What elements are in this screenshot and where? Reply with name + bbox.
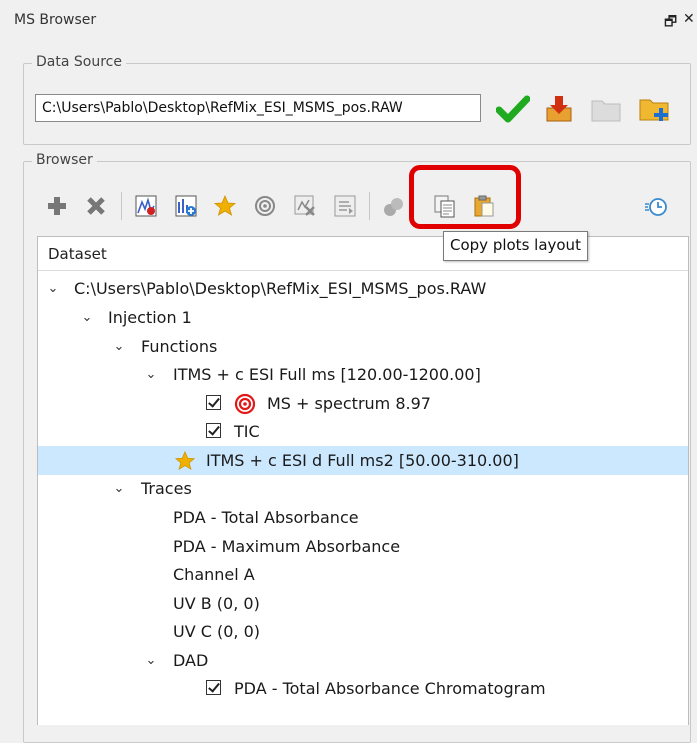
timer-icon[interactable] — [643, 193, 669, 219]
tree-row-function-full-ms[interactable]: ⌄ ITMS + c ESI Full ms [120.00-1200.00] — [38, 360, 688, 389]
plot-spectrum-icon[interactable] — [133, 193, 159, 219]
folder-icon[interactable] — [589, 93, 623, 125]
toolbar-separator — [121, 192, 122, 220]
dataset-tree[interactable]: Dataset ⌄ C:\Users\Pablo\Desktop\RefMix_… — [37, 236, 689, 725]
tree-row-tic[interactable]: TIC — [38, 417, 688, 446]
copy-layout-highlight — [409, 165, 521, 229]
tree-row-trace[interactable]: UV C (0, 0) — [38, 617, 688, 646]
group-icon[interactable] — [381, 193, 407, 219]
tree-header-label: Dataset — [48, 245, 107, 263]
star-icon[interactable] — [212, 193, 238, 219]
target-icon[interactable] — [252, 193, 278, 219]
chevron-down-icon[interactable]: ⌄ — [46, 274, 60, 303]
chevron-down-icon[interactable]: ⌄ — [144, 360, 158, 389]
tree-row-function-ms2[interactable]: ITMS + c ESI d Full ms2 [50.00-310.00] — [38, 446, 688, 475]
tree-row-file[interactable]: ⌄ C:\Users\Pablo\Desktop\RefMix_ESI_MSMS… — [38, 274, 688, 303]
arrange-icon[interactable] — [332, 193, 358, 219]
tree-row-trace[interactable]: PDA - Maximum Absorbance — [38, 532, 688, 561]
import-icon[interactable] — [543, 93, 575, 125]
tree-row-ms-spectrum[interactable]: MS + spectrum 8.97 — [38, 389, 688, 418]
tree-row-label: TIC — [234, 422, 260, 441]
tree-row-label: UV B (0, 0) — [173, 594, 260, 613]
tree-row-traces[interactable]: ⌄ Traces — [38, 474, 688, 503]
copy-layout-tooltip: Copy plots layout — [443, 231, 588, 261]
tree-header[interactable]: Dataset — [38, 237, 688, 271]
tree-row-label: ITMS + c ESI Full ms [120.00-1200.00] — [173, 365, 481, 384]
tree-row-trace[interactable]: PDA - Total Absorbance — [38, 503, 688, 532]
star-icon — [174, 450, 196, 471]
tree-row-pda-chromatogram[interactable]: PDA - Total Absorbance Chromatogram — [38, 674, 688, 703]
browser-label: Browser — [32, 152, 97, 168]
tree-row-label: DAD — [173, 651, 209, 670]
remove-plot-icon[interactable] — [292, 193, 318, 219]
data-source-label: Data Source — [32, 54, 126, 70]
remove-icon[interactable] — [83, 193, 109, 219]
close-icon[interactable]: ✕ — [683, 11, 695, 27]
tree-row-functions[interactable]: ⌄ Functions — [38, 332, 688, 361]
tree-row-label: PDA - Total Absorbance — [173, 508, 359, 527]
window-title: MS Browser — [14, 12, 97, 28]
target-icon — [234, 393, 256, 415]
data-source-path-input[interactable] — [35, 94, 481, 122]
add-icon[interactable] — [44, 193, 70, 219]
add-plot-icon[interactable] — [173, 193, 199, 219]
tree-row-label: UV C (0, 0) — [173, 622, 261, 641]
checkbox[interactable] — [206, 395, 221, 410]
tree-row-label: MS + spectrum 8.97 — [267, 394, 431, 413]
tree-row-label: ITMS + c ESI d Full ms2 [50.00-310.00] — [206, 451, 519, 470]
chevron-down-icon[interactable]: ⌄ — [112, 332, 126, 361]
chevron-down-icon[interactable]: ⌄ — [80, 303, 94, 332]
tree-row-trace[interactable]: UV B (0, 0) — [38, 589, 688, 618]
chevron-down-icon[interactable]: ⌄ — [112, 474, 126, 503]
toolbar-separator — [369, 192, 370, 220]
checkbox[interactable] — [206, 680, 221, 695]
chevron-down-icon[interactable]: ⌄ — [144, 646, 158, 675]
tree-row-label: Functions — [141, 337, 218, 356]
tree-row-label: PDA - Total Absorbance Chromatogram — [234, 679, 546, 698]
float-icon[interactable]: 🗗 — [664, 11, 677, 35]
tree-row-label: PDA - Maximum Absorbance — [173, 537, 401, 556]
confirm-icon[interactable] — [496, 93, 530, 125]
tree-row-label: Channel A — [173, 565, 255, 584]
tree-row-trace[interactable]: Channel A — [38, 560, 688, 589]
checkbox[interactable] — [206, 423, 221, 438]
folder-add-icon[interactable] — [637, 93, 673, 125]
tree-row-injection[interactable]: ⌄ Injection 1 — [38, 303, 688, 332]
tree-row-label: Traces — [141, 479, 192, 498]
title-bar: MS Browser 🗗 ✕ — [0, 0, 697, 42]
tree-row-dad[interactable]: ⌄ DAD — [38, 646, 688, 675]
tree-row-label: C:\Users\Pablo\Desktop\RefMix_ESI_MSMS_p… — [74, 279, 487, 298]
tree-row-label: Injection 1 — [108, 308, 192, 327]
